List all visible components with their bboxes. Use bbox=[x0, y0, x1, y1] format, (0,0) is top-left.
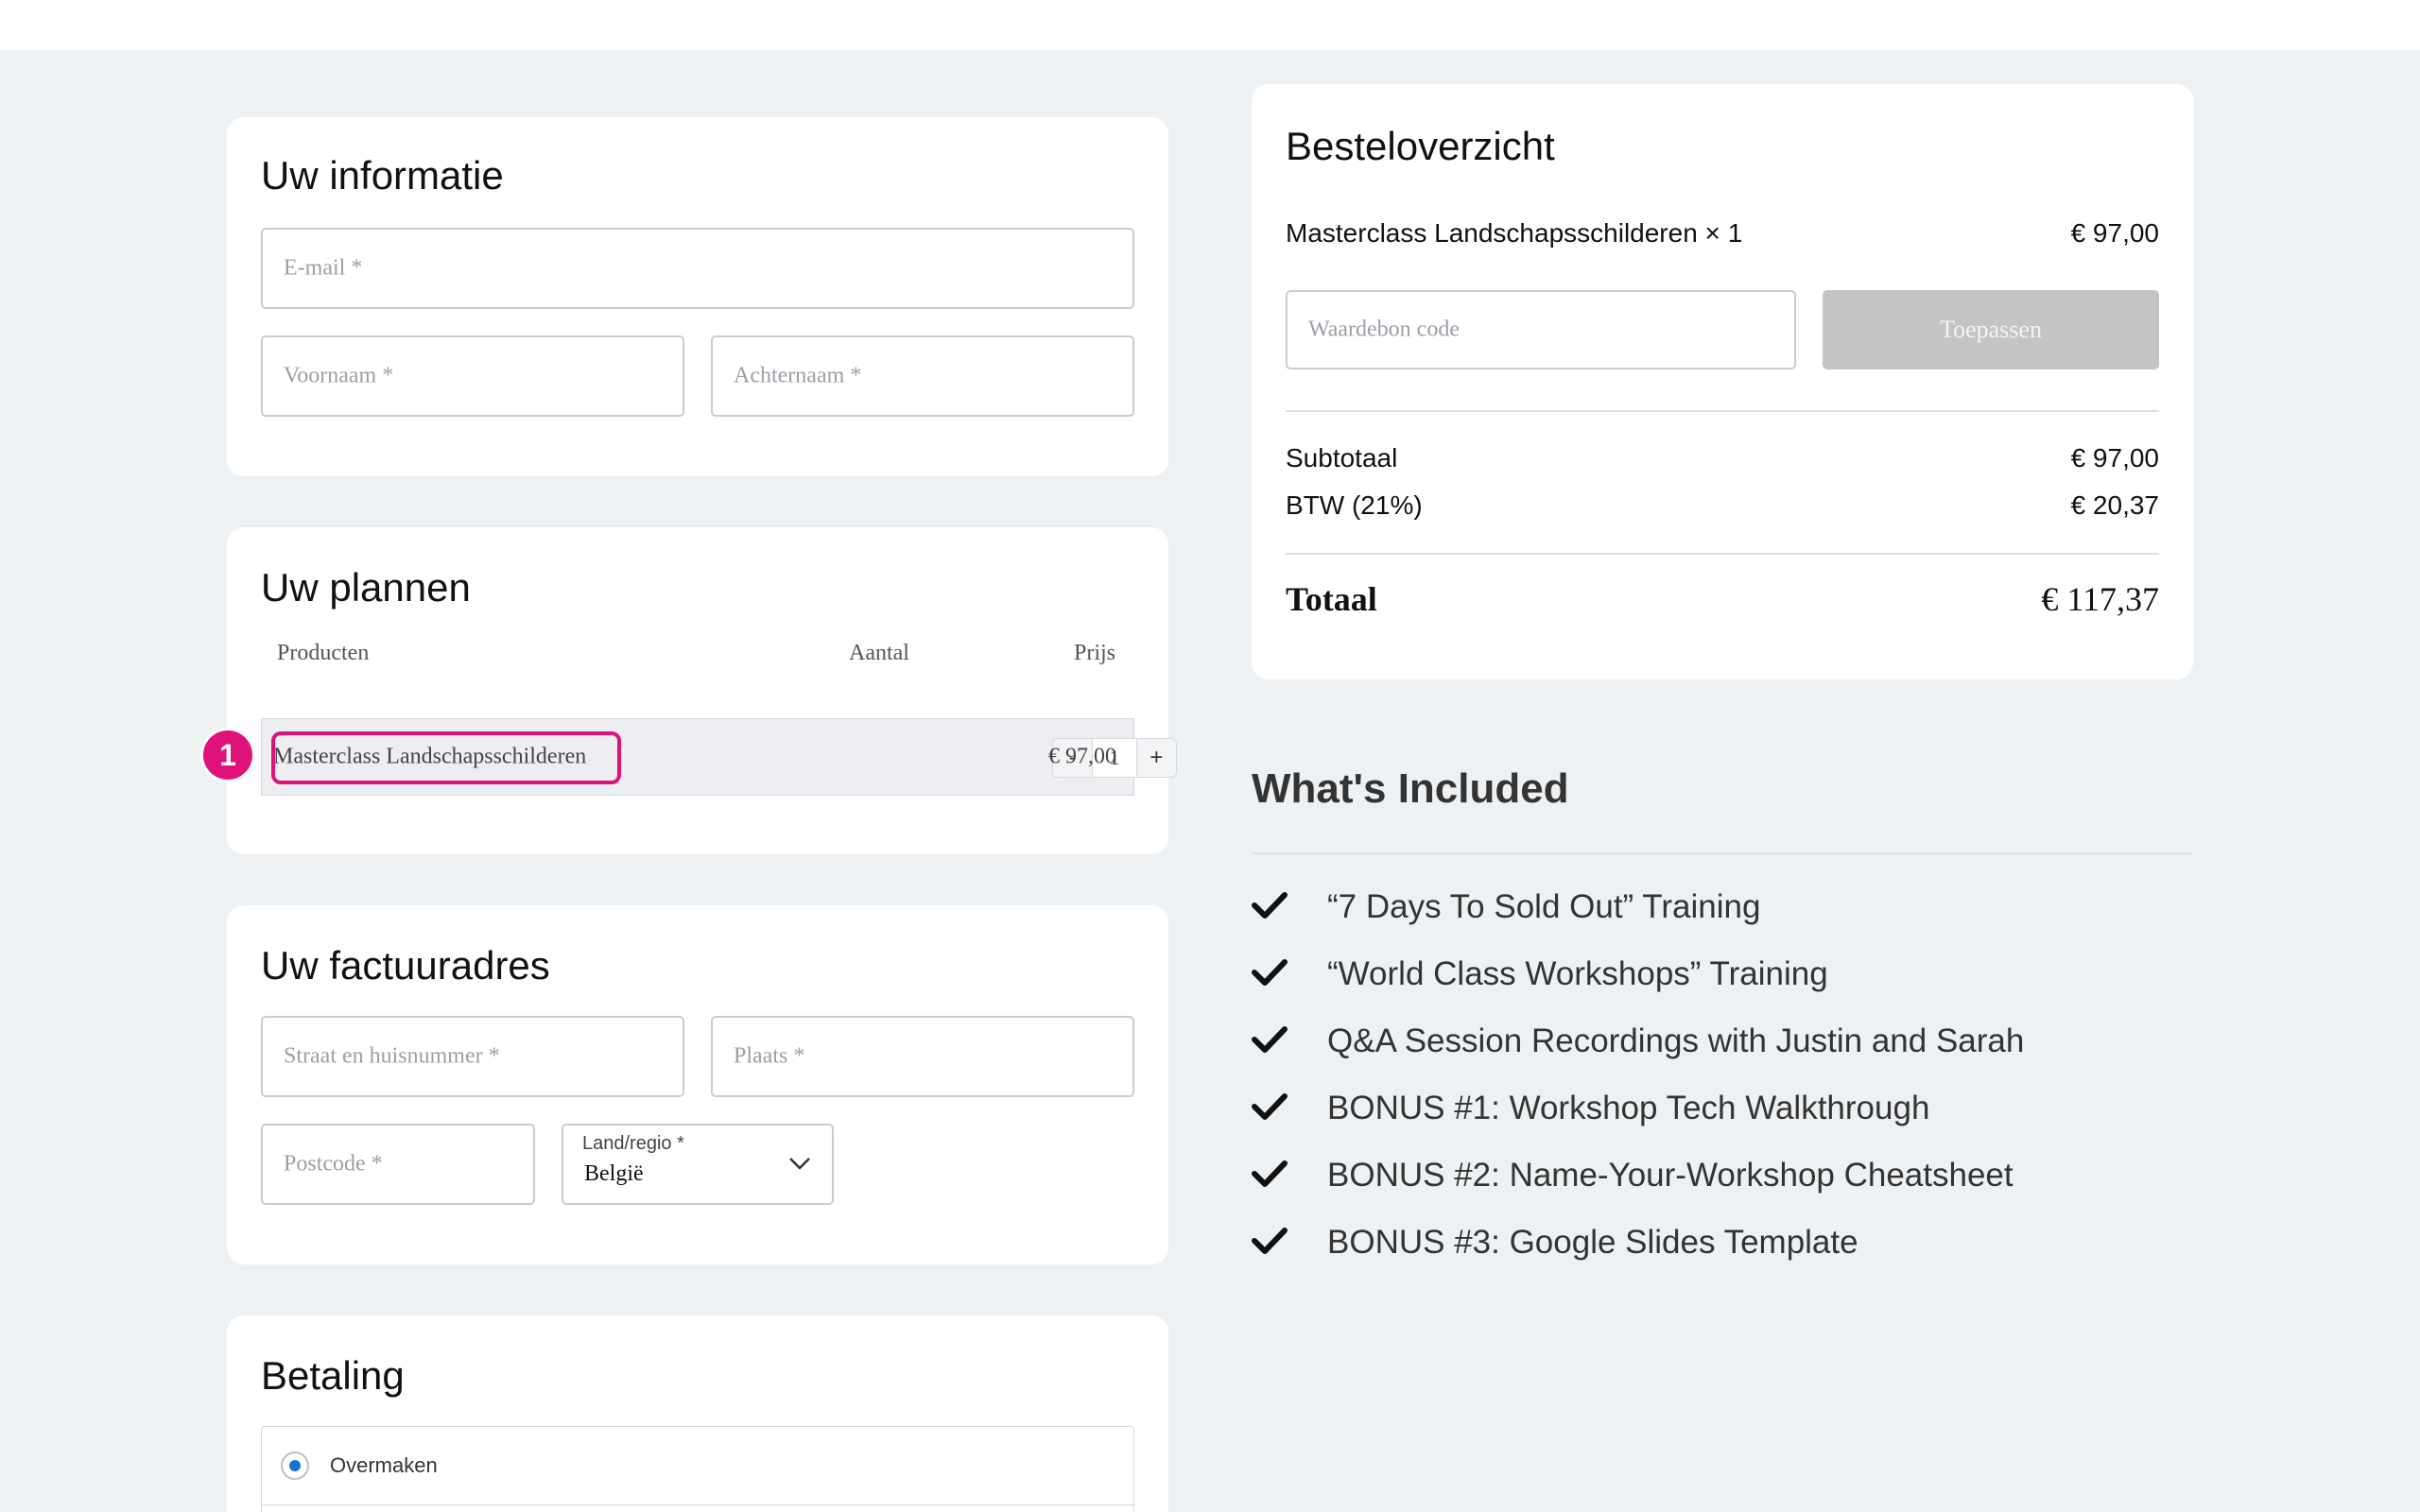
country-label: Land/regio * bbox=[582, 1133, 684, 1154]
info-title: Uw informatie bbox=[261, 153, 504, 198]
increment-button[interactable]: + bbox=[1136, 739, 1176, 777]
product-price: € 97,00 bbox=[1048, 744, 1116, 769]
payment-option-transfer[interactable]: Overmaken bbox=[261, 1426, 1134, 1505]
email-placeholder: E-mail * bbox=[284, 255, 363, 281]
included-item-text: BONUS #3: Google Slides Template bbox=[1327, 1224, 1858, 1261]
included-item: “7 Days To Sold Out” Training bbox=[1252, 883, 2193, 930]
included-item: BONUS #3: Google Slides Template bbox=[1252, 1218, 2193, 1265]
last-name-field[interactable]: Achternaam * bbox=[711, 335, 1134, 417]
summary-line-price: € 97,00 bbox=[2070, 218, 2159, 248]
plans-card: Uw plannen Producten Aantal Prijs Master… bbox=[227, 527, 1177, 854]
postcode-field[interactable]: Postcode * bbox=[261, 1124, 535, 1205]
voucher-code-input[interactable]: Waardebon code bbox=[1286, 290, 1796, 369]
checkmark-icon bbox=[1252, 1228, 1288, 1254]
voucher-placeholder: Waardebon code bbox=[1308, 317, 1460, 342]
total-label: Totaal bbox=[1286, 580, 1377, 618]
top-bar bbox=[0, 0, 2420, 50]
order-summary-card: Besteloverzicht Masterclass Landschapssc… bbox=[1252, 84, 2193, 679]
vat-label: BTW (21%) bbox=[1286, 490, 1423, 520]
total-value: € 117,37 bbox=[2041, 580, 2159, 618]
vat-value: € 20,37 bbox=[2070, 490, 2159, 520]
last-name-placeholder: Achternaam * bbox=[734, 363, 862, 388]
plans-title: Uw plannen bbox=[261, 565, 471, 610]
postcode-placeholder: Postcode * bbox=[284, 1151, 383, 1177]
included-title: What's Included bbox=[1252, 765, 1569, 812]
country-value: België bbox=[584, 1161, 644, 1186]
subtotal-label: Subtotaal bbox=[1286, 443, 1398, 472]
first-name-placeholder: Voornaam * bbox=[284, 363, 394, 388]
email-field[interactable]: E-mail * bbox=[261, 228, 1134, 309]
included-item: BONUS #2: Name-Your-Workshop Cheatsheet bbox=[1252, 1151, 2193, 1198]
payment-title: Betaling bbox=[261, 1353, 405, 1398]
included-item-text: BONUS #1: Workshop Tech Walkthrough bbox=[1327, 1090, 1930, 1126]
total-divider bbox=[1286, 553, 2159, 555]
included-item: “World Class Workshops” Training bbox=[1252, 950, 2193, 997]
street-field[interactable]: Straat en huisnummer * bbox=[261, 1016, 684, 1097]
summary-line-item: Masterclass Landschapsschilderen × 1 bbox=[1286, 218, 1743, 248]
included-item: Q&A Session Recordings with Justin and S… bbox=[1252, 1017, 2193, 1064]
info-card: Uw informatie E-mail * Voornaam * Achter… bbox=[227, 117, 1168, 476]
included-item-text: “World Class Workshops” Training bbox=[1327, 955, 1828, 992]
checkmark-icon bbox=[1252, 959, 1288, 986]
checkmark-icon bbox=[1252, 1160, 1288, 1187]
column-header-quantity: Aantal bbox=[849, 641, 909, 665]
included-divider bbox=[1252, 852, 2193, 854]
city-field[interactable]: Plaats * bbox=[711, 1016, 1134, 1097]
first-name-field[interactable]: Voornaam * bbox=[261, 335, 684, 417]
radio-button[interactable] bbox=[281, 1452, 309, 1480]
included-item-text: BONUS #2: Name-Your-Workshop Cheatsheet bbox=[1327, 1157, 2014, 1194]
city-placeholder: Plaats * bbox=[734, 1043, 805, 1069]
apply-voucher-button[interactable]: Toepassen bbox=[1823, 290, 2159, 369]
included-item-text: Q&A Session Recordings with Justin and S… bbox=[1327, 1022, 2025, 1059]
included-item: BONUS #1: Workshop Tech Walkthrough bbox=[1252, 1084, 2193, 1131]
country-select[interactable]: Land/regio * België bbox=[562, 1124, 834, 1205]
payment-option-label: Overmaken bbox=[330, 1453, 438, 1477]
column-header-price: Prijs bbox=[1074, 641, 1116, 665]
product-row: Masterclass Landschapsschilderen - 1 + €… bbox=[261, 718, 1177, 796]
subtotal-value: € 97,00 bbox=[2070, 443, 2159, 472]
annotation-badge: 1 bbox=[200, 728, 255, 782]
summary-divider bbox=[1286, 410, 2159, 412]
included-item-text: “7 Days To Sold Out” Training bbox=[1327, 888, 1761, 925]
chevron-down-icon bbox=[789, 1158, 810, 1170]
checkmark-icon bbox=[1252, 892, 1288, 919]
payment-card: Betaling Overmaken bbox=[227, 1315, 1168, 1512]
checkmark-icon bbox=[1252, 1026, 1288, 1053]
summary-title: Besteloverzicht bbox=[1286, 124, 1555, 168]
checkmark-icon bbox=[1252, 1093, 1288, 1120]
billing-card: Uw factuuradres Straat en huisnummer * P… bbox=[227, 905, 1168, 1264]
billing-title: Uw factuuradres bbox=[261, 943, 550, 988]
payment-option-next[interactable] bbox=[261, 1504, 1134, 1512]
annotation-highlight bbox=[271, 731, 621, 784]
street-placeholder: Straat en huisnummer * bbox=[284, 1043, 500, 1069]
column-header-products: Producten bbox=[277, 641, 370, 665]
